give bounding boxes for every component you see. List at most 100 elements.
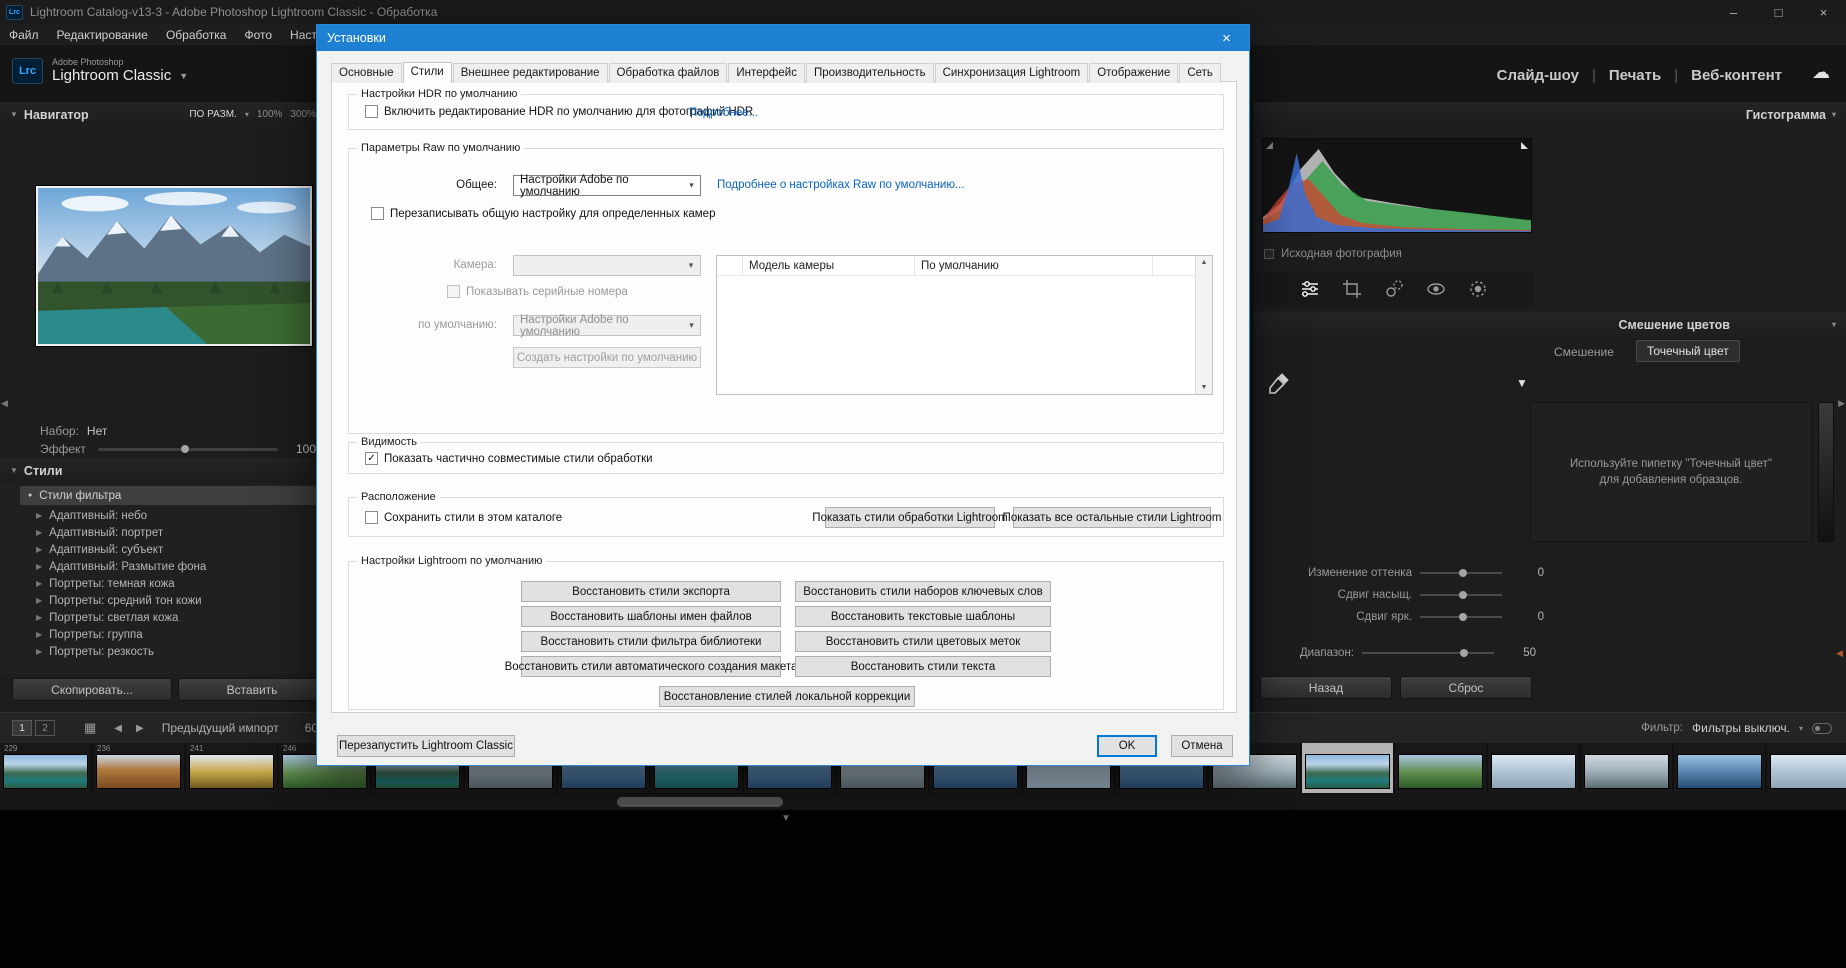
monitor-1-button[interactable]: 1 [12, 720, 32, 736]
presets-header[interactable]: ▼ Стили + [0, 458, 338, 483]
crop-icon[interactable] [1341, 278, 1363, 300]
filmstrip-thumb[interactable] [1488, 743, 1579, 793]
tab-interface[interactable]: Интерфейс [728, 63, 805, 83]
masking-icon[interactable] [1467, 278, 1489, 300]
menu-edit[interactable]: Редактирование [48, 28, 157, 42]
raw-general-combobox[interactable]: Настройки Adobe по умолчанию ▾ [513, 174, 701, 198]
maximize-button[interactable]: □ [1756, 0, 1801, 24]
previous-photo-icon[interactable]: ◀ [114, 723, 122, 734]
tab-general[interactable]: Основные [331, 63, 402, 83]
store-presets-checkbox[interactable]: Сохранить стили в этом каталоге [365, 511, 562, 524]
filter-value-dropdown[interactable]: Фильтры выключ. [1692, 721, 1790, 735]
menu-develop[interactable]: Обработка [157, 28, 236, 42]
column-camera-model[interactable]: Модель камеры [743, 256, 915, 275]
source-indicator[interactable]: Предыдущий импорт [162, 721, 279, 735]
scroll-down-icon[interactable]: ▼ [1201, 384, 1208, 391]
collapse-icon[interactable]: ▾ [1832, 110, 1836, 119]
collapse-right-panel-icon[interactable]: ▶ [1838, 398, 1845, 409]
thumb-image[interactable] [1305, 754, 1390, 789]
filter-toggle-icon[interactable] [1812, 722, 1832, 734]
preset-group[interactable]: ▶ Адаптивный: субъект [0, 541, 338, 558]
collapse-filmstrip-icon[interactable]: ▼ [781, 813, 791, 824]
column-blank[interactable] [717, 256, 743, 275]
ok-button[interactable]: OK [1097, 735, 1157, 757]
restore-filename-templates-button[interactable]: Восстановить шаблоны имен файлов [521, 606, 781, 627]
camera-defaults-list[interactable]: Модель камеры По умолчанию ▲ ▼ [716, 255, 1213, 395]
slider-handle[interactable] [1459, 613, 1468, 621]
expand-icon[interactable]: ▶ [36, 613, 42, 622]
raw-learn-more-link[interactable]: Подробнее о настройках Raw по умолчанию.… [717, 179, 965, 191]
restore-color-label-presets-button[interactable]: Восстановить стили цветовых меток [795, 631, 1051, 652]
original-checkbox[interactable] [1264, 249, 1274, 259]
slider-handle[interactable] [1459, 649, 1468, 657]
slider-handle[interactable] [1459, 569, 1468, 577]
cancel-button[interactable]: Отмена [1171, 735, 1233, 757]
collapse-icon[interactable]: ▼ [10, 110, 18, 119]
thumb-image[interactable] [3, 754, 88, 789]
slider-value[interactable]: 0 [1510, 567, 1544, 579]
grid-view-icon[interactable]: ▦ [84, 720, 96, 736]
tab-display[interactable]: Отображение [1089, 63, 1179, 83]
navigator-header[interactable]: ▼ Навигатор ПО РАЗМ. ▾ 100% 300% ▾ [0, 102, 338, 127]
close-button[interactable]: × [1801, 0, 1846, 24]
range-slider[interactable] [1362, 649, 1494, 657]
expand-icon[interactable]: ▶ [36, 579, 42, 588]
histogram[interactable] [1262, 138, 1532, 233]
checkbox-box[interactable] [365, 511, 378, 524]
tab-point-color[interactable]: Точечный цвет [1636, 340, 1740, 362]
expand-icon[interactable]: ▶ [36, 647, 42, 656]
effect-slider-handle[interactable] [180, 444, 189, 453]
expand-icon[interactable]: ▶ [36, 528, 42, 537]
eyedropper-icon[interactable] [1266, 370, 1292, 396]
sat-shift-slider[interactable] [1420, 591, 1502, 599]
thumb-image[interactable] [1677, 754, 1762, 789]
edit-adjustments-icon[interactable] [1299, 278, 1321, 300]
range-value[interactable]: 50 [1502, 647, 1536, 659]
module-print[interactable]: Печать [1609, 67, 1661, 84]
original-photo-row[interactable]: Исходная фотография [1264, 248, 1402, 260]
collapse-icon[interactable]: ▾ [1832, 320, 1836, 329]
tab-lightroom-sync[interactable]: Синхронизация Lightroom [934, 63, 1089, 83]
panel-end-icon[interactable]: ◀ [1836, 648, 1843, 659]
show-compatible-checkbox[interactable]: ✓ Показать частично совместимые стили об… [365, 452, 653, 465]
histogram-header[interactable]: Гистограмма ▾ [1254, 102, 1846, 127]
zoom-fit-caret-icon[interactable]: ▾ [245, 110, 249, 119]
filmstrip-thumb[interactable]: 229 [0, 743, 91, 793]
preset-filter[interactable]: ● Стили фильтра [20, 486, 330, 505]
expand-icon[interactable]: ▶ [36, 545, 42, 554]
dialog-close-button[interactable]: × [1204, 25, 1249, 51]
override-camera-checkbox[interactable]: Перезаписывать общую настройку для опред… [371, 207, 715, 220]
zoom-100[interactable]: 100% [257, 109, 283, 120]
zoom-fit[interactable]: ПО РАЗМ. [189, 109, 236, 120]
show-develop-presets-button[interactable]: Показать стили обработки Lightroom [812, 507, 1008, 528]
checkbox-box[interactable]: ✓ [365, 452, 378, 465]
monitor-2-button[interactable]: 2 [35, 720, 55, 736]
preset-group[interactable]: ▶ Портреты: светлая кожа [0, 609, 338, 626]
filmstrip-thumb[interactable] [1674, 743, 1765, 793]
restore-library-filter-presets-button[interactable]: Восстановить стили фильтра библиотеки [521, 631, 781, 652]
list-scrollbar[interactable]: ▲ ▼ [1195, 256, 1212, 394]
menu-photo[interactable]: Фото [235, 28, 281, 42]
swatch-expander-icon[interactable]: ▼ [1516, 376, 1528, 390]
collapse-left-panel-icon[interactable]: ◀ [1, 398, 8, 409]
thumb-image[interactable] [1770, 754, 1846, 789]
slider-value[interactable]: 0 [1510, 611, 1544, 623]
thumb-image[interactable] [1398, 754, 1483, 789]
slider-handle[interactable] [1459, 591, 1468, 599]
spot-removal-icon[interactable] [1383, 278, 1405, 300]
expand-icon[interactable]: ▶ [36, 511, 42, 520]
preset-group[interactable]: ▶ Портреты: группа [0, 626, 338, 643]
filmstrip-thumb[interactable]: 241 [186, 743, 277, 793]
preset-group[interactable]: ▶ Адаптивный: небо [0, 507, 338, 524]
effect-value[interactable]: 100 [290, 442, 316, 456]
filmstrip-scrollbar[interactable] [0, 795, 1846, 809]
restore-text-presets-button[interactable]: Восстановить стили текста [795, 656, 1051, 677]
checkbox-box[interactable] [365, 105, 378, 118]
hue-shift-slider[interactable] [1420, 569, 1502, 577]
back-button[interactable]: Назад [1260, 676, 1392, 699]
filmstrip-thumb[interactable] [1767, 743, 1846, 793]
reset-button[interactable]: Сброс [1400, 676, 1532, 699]
minimize-button[interactable]: – [1711, 0, 1756, 24]
paste-button[interactable]: Вставить [178, 678, 326, 701]
tab-external-editing[interactable]: Внешнее редактирование [452, 63, 608, 83]
